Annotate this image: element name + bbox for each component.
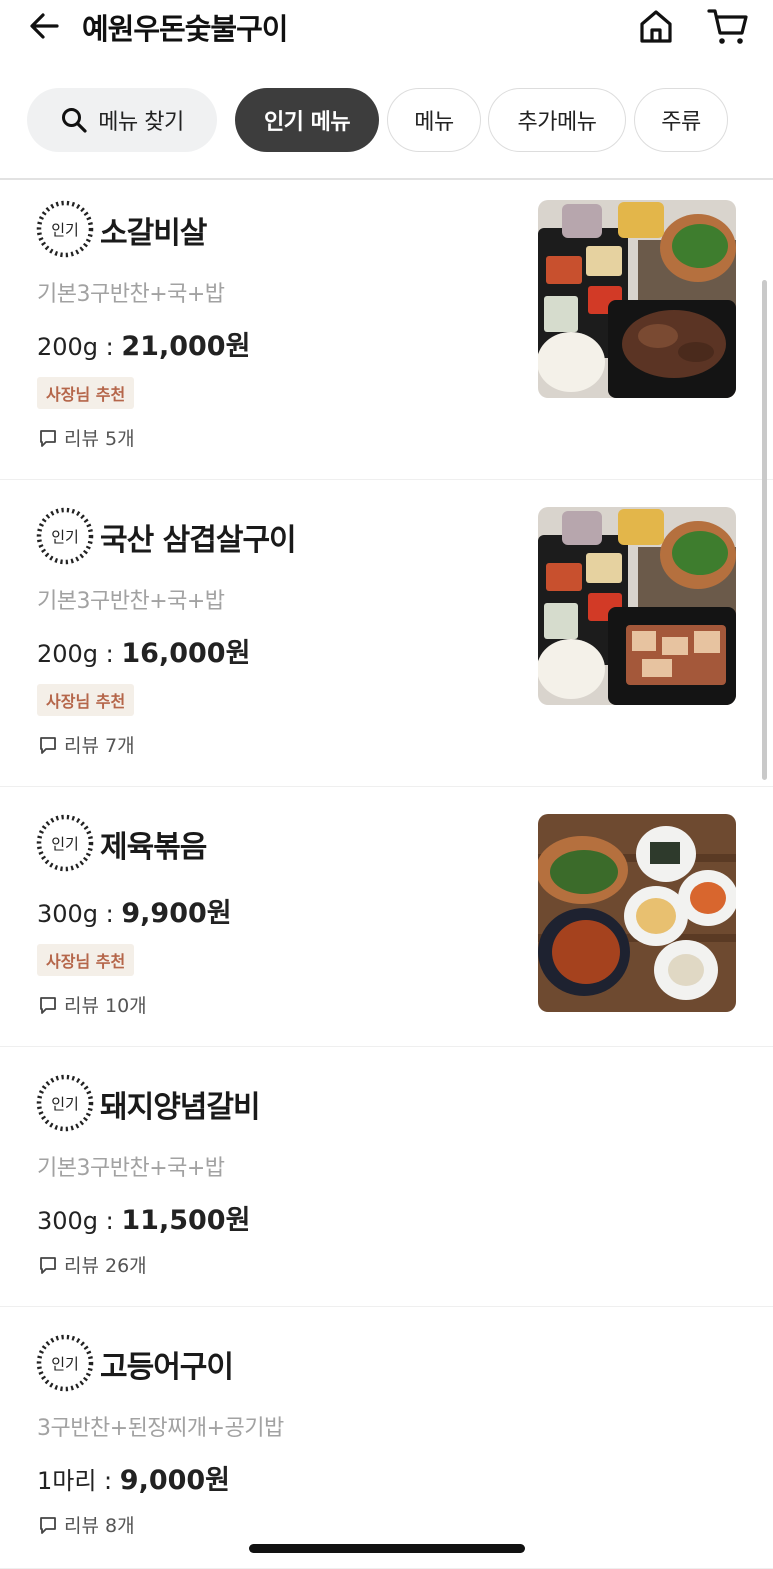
popular-badge-icon: 인기	[36, 1074, 94, 1132]
svg-text:인기: 인기	[51, 1095, 79, 1113]
review-count: 리뷰 26개	[38, 1251, 147, 1278]
popular-badge-icon: 인기	[36, 1334, 94, 1392]
home-button[interactable]	[636, 6, 676, 46]
owner-recommend-badge: 사장님 추천	[37, 377, 135, 409]
speech-bubble-icon	[40, 736, 56, 754]
popular-badge-icon: 인기	[36, 507, 94, 565]
menu-item-name: 국산 삼겹살구이	[100, 523, 297, 558]
owner-recommend-badge: 사장님 추천	[37, 944, 135, 976]
menu-item-name: 고등어구이	[100, 1350, 234, 1385]
menu-item-desc: 3구반찬+된장찌개+공기밥	[37, 1416, 284, 1441]
owner-recommend-badge: 사장님 추천	[37, 684, 135, 716]
menu-item[interactable]: 인기 고등어구이 3구반찬+된장찌개+공기밥 1마리 : 9,000원 리뷰 8…	[0, 1307, 773, 1569]
svg-text:인기: 인기	[51, 1355, 79, 1373]
svg-text:인기: 인기	[51, 835, 79, 853]
menu-item-photo	[538, 814, 736, 1012]
menu-item-desc: 기본3구반찬+국+밥	[37, 282, 225, 307]
menu-item-desc: 기본3구반찬+국+밥	[37, 589, 225, 614]
popular-badge-icon: 인기	[36, 814, 94, 872]
menu-item-price: 200g : 16,000원	[37, 638, 251, 669]
menu-item-name: 소갈비살	[100, 216, 207, 251]
back-button[interactable]	[26, 8, 62, 44]
review-count: 리뷰 5개	[38, 424, 135, 451]
menu-item[interactable]: 인기 제육볶음 300g : 9,900원 사장님 추천 리뷰 10개	[0, 787, 773, 1047]
cart-icon	[707, 9, 748, 44]
menu-item-price: 1마리 : 9,000원	[37, 1465, 231, 1496]
speech-bubble-icon	[40, 429, 56, 447]
speech-bubble-icon	[40, 996, 56, 1014]
review-count: 리뷰 10개	[38, 991, 147, 1018]
menu-item[interactable]: 인기 돼지양념갈비 기본3구반찬+국+밥 300g : 11,500원 리뷰 2…	[0, 1047, 773, 1307]
menu-item-price: 200g : 21,000원	[37, 331, 251, 362]
home-icon	[640, 10, 672, 43]
tab-popular-menu[interactable]: 인기 메뉴	[235, 88, 379, 152]
search-icon	[62, 108, 87, 133]
menu-item-photo	[538, 200, 736, 398]
scrollbar[interactable]	[762, 280, 767, 780]
home-indicator[interactable]	[249, 1544, 525, 1553]
popular-badge-icon: 인기	[36, 200, 94, 258]
svg-text:인기: 인기	[51, 221, 79, 239]
top-app-bar: 예원우돈숯불구이	[0, 0, 773, 60]
tab-drinks[interactable]: 주류	[634, 88, 728, 152]
cart-button[interactable]	[706, 6, 750, 46]
menu-item-desc: 기본3구반찬+국+밥	[37, 1156, 225, 1181]
tab-menu[interactable]: 메뉴	[387, 88, 481, 152]
menu-item-name: 돼지양념갈비	[100, 1090, 261, 1125]
arrow-left-icon	[30, 13, 59, 39]
menu-search-button[interactable]: 메뉴 찾기	[27, 88, 217, 152]
menu-item-price: 300g : 11,500원	[37, 1205, 251, 1236]
review-count: 리뷰 8개	[38, 1511, 135, 1538]
menu-item-price: 300g : 9,900원	[37, 898, 232, 929]
menu-item-name: 제육볶음	[100, 830, 207, 865]
review-count: 리뷰 7개	[38, 731, 135, 758]
svg-text:인기: 인기	[51, 528, 79, 546]
menu-item[interactable]: 인기 국산 삼겹살구이 기본3구반찬+국+밥 200g : 16,000원 사장…	[0, 480, 773, 787]
page-title: 예원우돈숯불구이	[82, 12, 288, 46]
menu-item[interactable]: 인기 소갈비살 기본3구반찬+국+밥 200g : 21,000원 사장님 추천…	[0, 180, 773, 480]
speech-bubble-icon	[40, 1256, 56, 1274]
menu-item-photo	[538, 507, 736, 705]
category-tabs: 메뉴 찾기 인기 메뉴 메뉴 추가메뉴 주류	[0, 86, 773, 154]
tab-extra-menu[interactable]: 추가메뉴	[488, 88, 626, 152]
search-label: 메뉴 찾기	[98, 110, 184, 135]
speech-bubble-icon	[40, 1516, 56, 1534]
